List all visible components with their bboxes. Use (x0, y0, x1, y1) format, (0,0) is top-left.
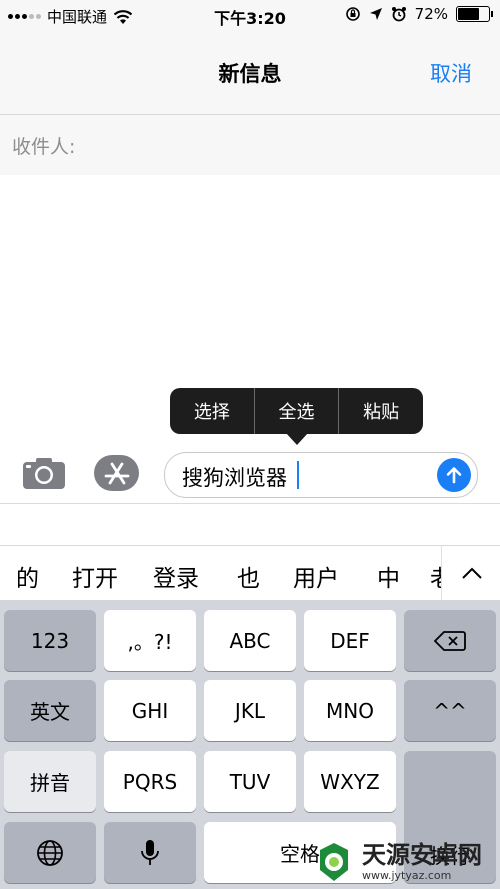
candidate-bar: 的 打开 登录 也 用户 中 老 (0, 545, 500, 600)
watermark-title: 天源安卓网 (362, 841, 482, 869)
location-icon (369, 8, 382, 20)
watermark-url: www.jytyaz.com (362, 869, 452, 882)
recipient-label: 收件人: (12, 136, 76, 158)
send-button[interactable] (437, 458, 471, 492)
alarm-icon (391, 7, 406, 22)
microphone-icon (141, 839, 159, 865)
status-right: 72% (345, 5, 493, 23)
camera-button[interactable] (22, 456, 66, 490)
status-bar: 中国联通 下午3:20 72% (0, 0, 500, 30)
key-123[interactable]: 123 (4, 610, 96, 671)
candidate-word[interactable]: 也 (237, 559, 260, 593)
site-logo (320, 843, 348, 881)
divider (0, 503, 500, 504)
app-store-button[interactable] (94, 455, 139, 491)
navigation-bar: 新信息 取消 (0, 30, 500, 115)
expand-candidates-button[interactable] (441, 546, 500, 600)
dictation-key[interactable] (104, 822, 196, 883)
menu-item-select-all[interactable]: 全选 (255, 388, 339, 434)
message-text: 搜狗浏览器 (182, 466, 287, 490)
app-store-icon (104, 462, 129, 485)
candidate-word[interactable]: 中 (377, 559, 400, 593)
battery-percent: 72% (414, 5, 448, 23)
menu-item-select[interactable]: 选择 (170, 388, 254, 434)
text-cursor (297, 461, 299, 489)
key-punctuation[interactable]: ,。?! (104, 610, 196, 671)
edit-callout-menu: 选择 全选 粘贴 (170, 388, 423, 434)
key-abc[interactable]: ABC (204, 610, 296, 671)
candidate-word[interactable]: 老 (430, 559, 441, 593)
orientation-lock-icon (345, 7, 360, 21)
watermark: 天源安卓网 www.jytyaz.com (312, 836, 500, 888)
candidate-word[interactable]: 用户 (293, 559, 339, 593)
key-pinyin[interactable]: 拼音 (4, 751, 96, 812)
callout-arrow (286, 433, 308, 445)
key-tuv[interactable]: TUV (204, 751, 296, 812)
cancel-button[interactable]: 取消 (430, 58, 472, 88)
key-mno[interactable]: MNO (304, 680, 396, 741)
backspace-key[interactable] (404, 610, 496, 671)
key-english[interactable]: 英文 (4, 680, 96, 741)
candidate-word[interactable]: 的 (16, 559, 39, 593)
key-wxyz[interactable]: WXYZ (304, 751, 396, 812)
recipient-field[interactable]: 收件人: (0, 115, 500, 175)
backspace-icon (434, 630, 466, 651)
camera-icon (23, 458, 65, 489)
globe-key[interactable] (4, 822, 96, 883)
battery-icon (456, 6, 493, 22)
key-def[interactable]: DEF (304, 610, 396, 671)
menu-item-paste[interactable]: 粘贴 (339, 388, 423, 434)
arrow-up-icon (446, 467, 462, 484)
candidate-word[interactable]: 登录 (153, 559, 199, 593)
page-title: 新信息 (218, 62, 282, 86)
globe-icon (37, 839, 63, 866)
message-input[interactable]: 搜狗浏览器 (164, 452, 478, 498)
key-pqrs[interactable]: PQRS (104, 751, 196, 812)
key-emoticon[interactable]: ^^ (404, 680, 496, 741)
key-ghi[interactable]: GHI (104, 680, 196, 741)
candidate-word[interactable]: 打开 (72, 559, 118, 593)
key-jkl[interactable]: JKL (204, 680, 296, 741)
chevron-up-icon (461, 567, 482, 579)
